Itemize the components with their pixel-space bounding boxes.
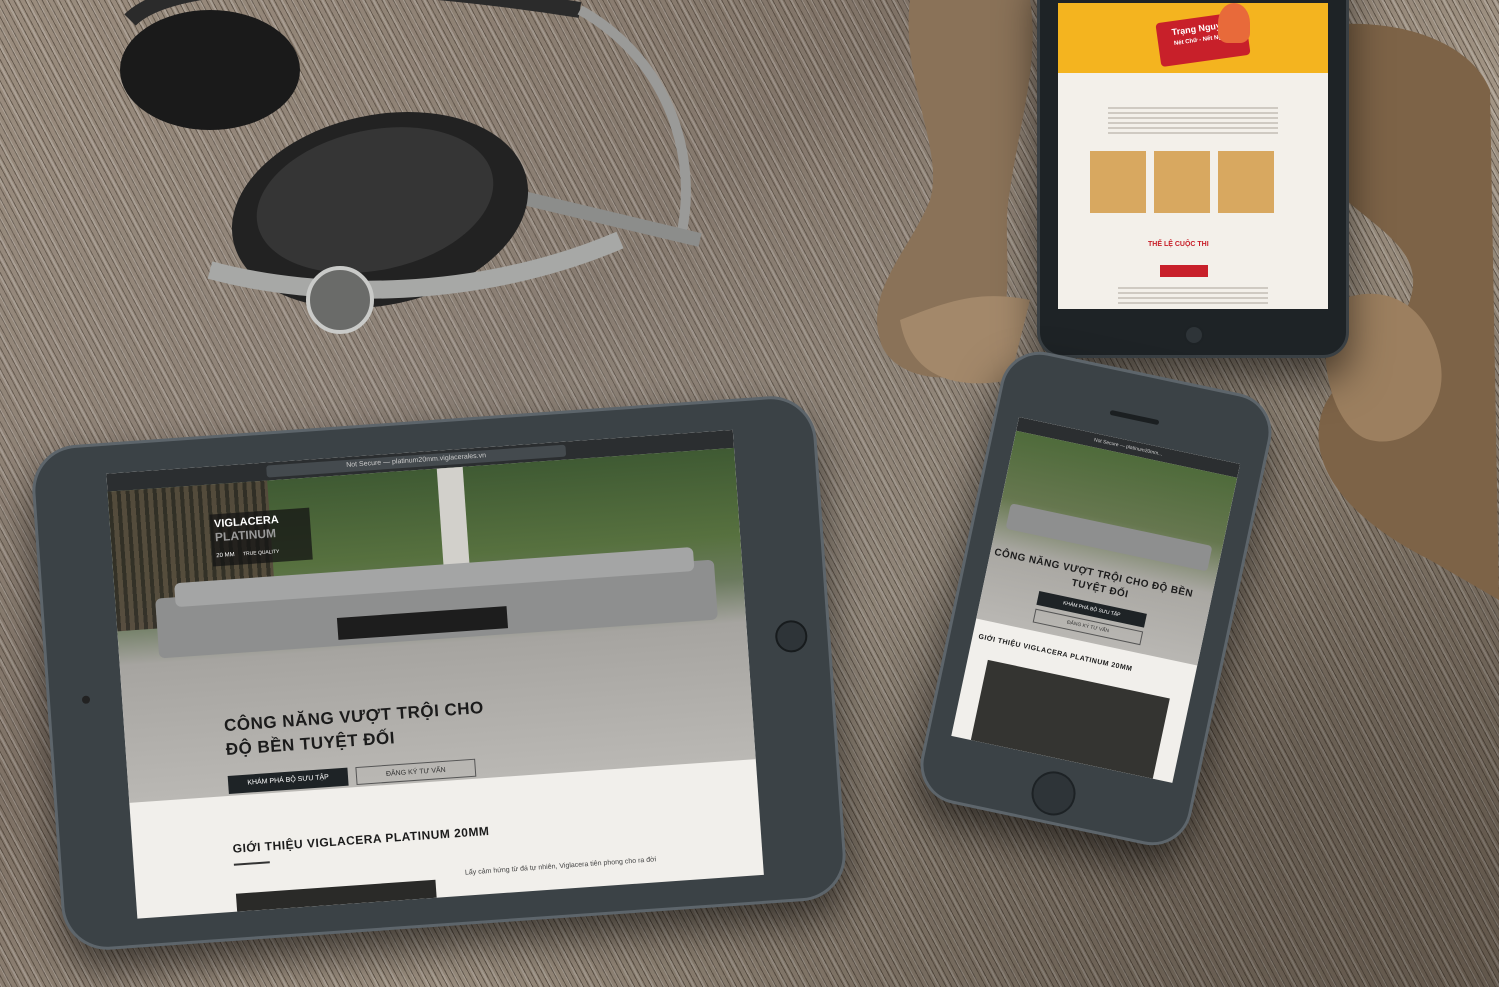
intro-divider — [233, 861, 270, 866]
intro-image — [970, 659, 1170, 779]
intro-title: GIỚI THIỆU VIGLACERA PLATINUM 20MM — [232, 823, 490, 856]
hero-image: VIGLACERA PLATINUM 20 MM TRUE QUALITY CÔ… — [107, 447, 756, 803]
home-button[interactable] — [1027, 767, 1080, 820]
rules-title: THỂ LỆ CUỘC THI — [1148, 241, 1209, 248]
register-consult-button[interactable]: ĐĂNG KÝ TƯ VẤN — [355, 758, 477, 786]
footer-text-block — [1118, 287, 1268, 305]
intro-text: Lấy cảm hứng từ đá tự nhiên, Viglacera t… — [464, 856, 657, 877]
brand-tag-quality: TRUE QUALITY — [242, 548, 280, 558]
intro-text-block — [1108, 107, 1278, 135]
earpiece — [1109, 409, 1160, 426]
scholar-illustration — [1218, 3, 1250, 43]
explore-collection-button[interactable]: KHÁM PHÁ BỘ SƯU TẬP — [227, 767, 349, 794]
prize-card — [1218, 151, 1274, 213]
headphones-image — [120, 0, 702, 334]
tablet-small-device: Trạng Nguyên Nét Chữ - Nết Người THỂ LỆ … — [1037, 0, 1349, 358]
tablet-large-device: Not Secure — platinum20mm.viglacerales.v… — [29, 393, 849, 953]
tablet-large-screen: Not Secure — platinum20mm.viglacerales.v… — [106, 429, 764, 919]
home-button[interactable] — [1184, 325, 1204, 345]
phone-screen: Not Secure — platinum20mm... CÔNG NĂNG V… — [951, 417, 1241, 783]
prize-card — [1090, 151, 1146, 213]
brand-logo-box: VIGLACERA PLATINUM 20 MM TRUE QUALITY — [209, 507, 313, 567]
front-camera — [81, 695, 91, 704]
brand-tag-mm: 20 MM — [216, 551, 235, 560]
rules-button[interactable] — [1160, 265, 1208, 277]
home-button[interactable] — [774, 619, 809, 654]
prize-card — [1154, 151, 1210, 213]
tablet-small-screen: Trạng Nguyên Nét Chữ - Nết Người THỂ LỆ … — [1058, 3, 1328, 309]
intro-image — [235, 879, 437, 912]
